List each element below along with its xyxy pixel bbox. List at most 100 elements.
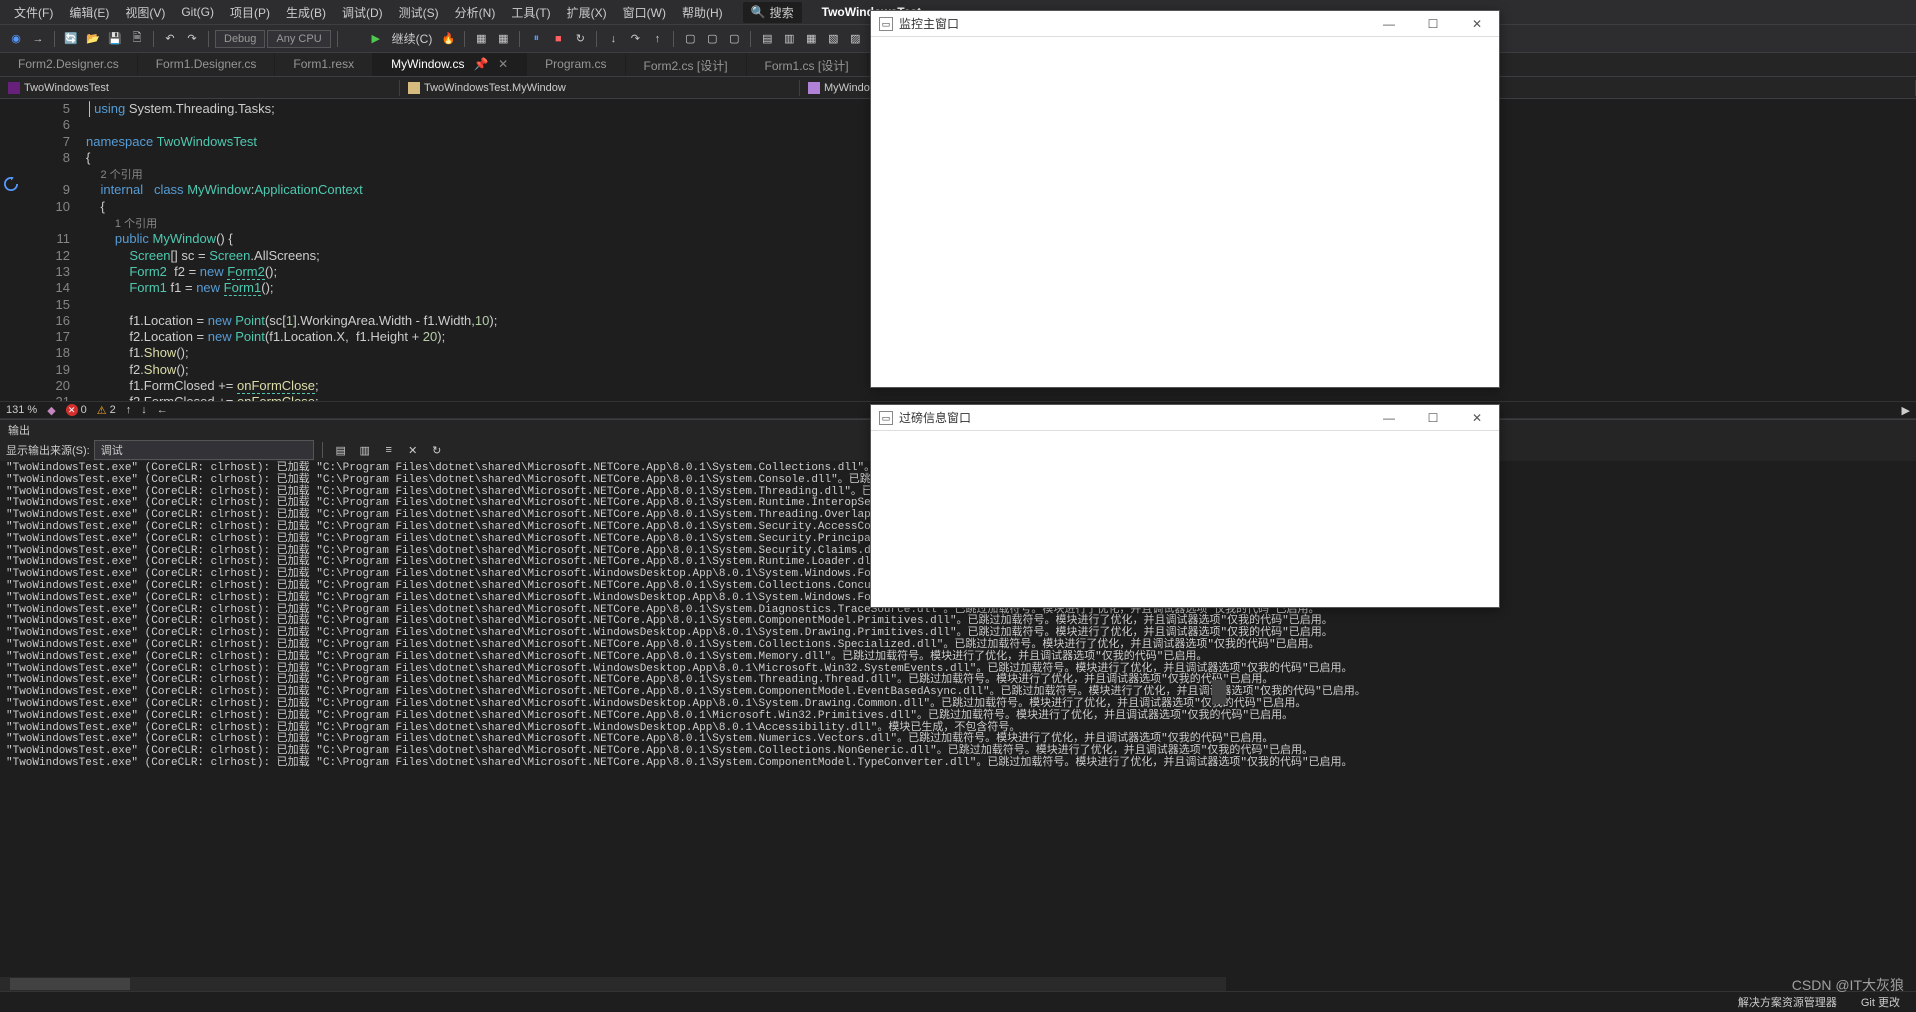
class-icon [408,82,420,94]
vertical-scrollbar-thumb[interactable] [1212,680,1226,704]
menu-test[interactable]: 测试(S) [391,1,447,24]
save-all-button[interactable]: 🗎 [127,29,147,49]
project-combo[interactable]: TwoWindowsTest [0,80,400,96]
debug-tool1[interactable]: ▢ [680,29,700,49]
output-source-label: 显示输出来源(S): [6,442,90,458]
output-source-combo[interactable]: 调试 [94,440,314,460]
close-button[interactable]: ✕ [1463,411,1491,425]
tab-form1-design[interactable]: Form1.cs [设计] [747,53,868,76]
back-button[interactable]: ◉ [6,29,26,49]
layout-tool5[interactable]: ▨ [845,29,865,49]
separator [519,31,520,47]
pin-icon[interactable]: 📌 [474,57,489,71]
separator [208,31,209,47]
warning-count[interactable]: ⚠2 [97,404,116,417]
popup-weigh-window[interactable]: ▭ 过磅信息窗口 — ☐ ✕ [870,404,1500,608]
menu-view[interactable]: 视图(V) [117,1,173,24]
pause-button[interactable]: ⏸ [526,29,546,49]
step-into-button[interactable]: ↓ [603,29,623,49]
watermark: CSDN @IT大灰狼 [1792,975,1904,995]
hot-reload-button[interactable]: 🔥 [438,29,458,49]
tab-form1-designer[interactable]: Form1.Designer.cs [138,53,276,76]
open-button[interactable]: 📂 [83,29,103,49]
debug-tool3[interactable]: ▢ [724,29,744,49]
stop-button[interactable]: ■ [548,29,568,49]
toolbox1-button[interactable]: ▦ [471,29,491,49]
continue-label[interactable]: 继续(C) [388,30,437,47]
maximize-button[interactable]: ☐ [1419,17,1447,31]
output-btn5[interactable]: ↻ [427,440,447,460]
close-button[interactable]: ✕ [1463,17,1491,31]
window-icon: ▭ [879,411,893,425]
search-box[interactable]: 🔍 搜索 [743,2,802,23]
restart-button[interactable]: ↻ [570,29,590,49]
health-indicator[interactable]: ◆ [47,404,55,417]
nav-up[interactable]: ↑ [126,404,132,416]
step-over-button[interactable]: ↷ [625,29,645,49]
horizontal-scrollbar[interactable] [0,977,1226,991]
platform-combo[interactable]: Any CPU [267,30,330,48]
tab-mywindow[interactable]: MyWindow.cs 📌 ✕ [373,53,527,76]
scroll-right-arrow[interactable]: ▶ [1902,404,1910,417]
forward-button[interactable]: → [28,29,48,49]
editor-margin [0,99,24,401]
output-btn4[interactable]: ✕ [403,440,423,460]
popup-titlebar[interactable]: ▭ 监控主窗口 — ☐ ✕ [871,11,1499,37]
minimize-button[interactable]: — [1375,411,1403,425]
output-btn3[interactable]: ≡ [379,440,399,460]
class-combo[interactable]: TwoWindowsTest.MyWindow [400,80,800,96]
project-icon [8,82,20,94]
nav-left[interactable]: ← [157,404,168,416]
tab-form2-designer[interactable]: Form2.Designer.cs [0,53,138,76]
tab-program[interactable]: Program.cs [527,53,625,76]
tab-label: MyWindow.cs [391,57,464,71]
undo-button[interactable]: ↶ [160,29,180,49]
popup-body [871,37,1499,387]
redo-button[interactable]: ↷ [182,29,202,49]
menu-tools[interactable]: 工具(T) [503,1,558,24]
warning-icon: ⚠ [97,404,107,417]
debug-tool2[interactable]: ▢ [702,29,722,49]
nav-down[interactable]: ↓ [141,404,147,416]
save-button[interactable]: 💾 [105,29,125,49]
separator [337,31,338,47]
minimize-button[interactable]: — [1375,17,1403,31]
menu-window[interactable]: 窗口(W) [615,1,674,24]
close-icon[interactable]: ✕ [498,57,508,71]
output-btn1[interactable]: ▤ [331,440,351,460]
scrollbar-thumb[interactable] [10,978,130,990]
menu-debug[interactable]: 调试(D) [334,1,391,24]
maximize-button[interactable]: ☐ [1419,411,1447,425]
tab-form2-design[interactable]: Form2.cs [设计] [626,53,747,76]
layout-tool1[interactable]: ▤ [757,29,777,49]
menu-help[interactable]: 帮助(H) [674,1,731,24]
sync-icon [4,177,18,191]
output-btn2[interactable]: ▥ [355,440,375,460]
continue-button[interactable]: ▶ [366,29,386,49]
separator [54,31,55,47]
menu-file[interactable]: 文件(F) [6,1,61,24]
separator [464,31,465,47]
zoom-level[interactable]: 131 % [6,404,37,416]
popup-body [871,431,1499,607]
toolbox2-button[interactable]: ▦ [493,29,513,49]
bottom-bar: 解决方案资源管理器 Git 更改 [0,991,1916,1011]
new-item-button[interactable]: 🔄 [61,29,81,49]
menu-project[interactable]: 项目(P) [222,1,278,24]
search-icon: 🔍 [751,5,766,19]
step-out-button[interactable]: ↑ [647,29,667,49]
layout-tool3[interactable]: ▦ [801,29,821,49]
menu-git[interactable]: Git(G) [173,2,222,22]
menu-analyze[interactable]: 分析(N) [447,1,504,24]
error-count[interactable]: ✕0 [66,404,87,416]
menu-edit[interactable]: 编辑(E) [61,1,117,24]
menu-extensions[interactable]: 扩展(X) [559,1,615,24]
popup-monitor-window[interactable]: ▭ 监控主窗口 — ☐ ✕ [870,10,1500,388]
config-combo[interactable]: Debug [215,30,265,48]
layout-tool2[interactable]: ▥ [779,29,799,49]
separator [673,31,674,47]
tab-form1-resx[interactable]: Form1.resx [275,53,373,76]
layout-tool4[interactable]: ▧ [823,29,843,49]
menu-build[interactable]: 生成(B) [278,1,334,24]
popup-titlebar[interactable]: ▭ 过磅信息窗口 — ☐ ✕ [871,405,1499,431]
